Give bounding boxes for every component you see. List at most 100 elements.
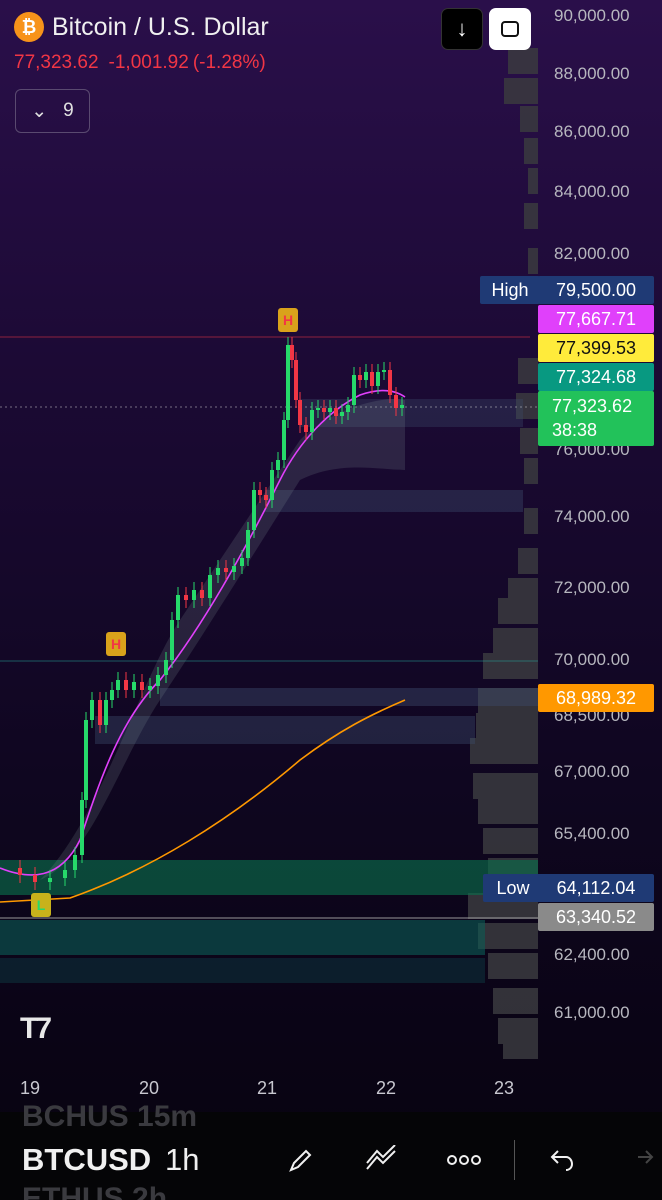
volume-profile-bar: [498, 598, 538, 624]
trend-tool-button[interactable]: [361, 1140, 401, 1180]
candle-body: [340, 412, 344, 416]
candle-body: [304, 425, 308, 432]
price-axis-label: 84,000.00: [554, 182, 630, 201]
scroll-down-button[interactable]: ↓: [441, 8, 483, 50]
candle-body: [328, 408, 332, 412]
fvg-zone-3: [265, 490, 523, 512]
more-options-button[interactable]: [444, 1140, 484, 1180]
candle-body: [322, 408, 326, 412]
volume-profile-bar: [518, 548, 538, 574]
candle-body: [216, 568, 220, 575]
volume-profile-bar: [528, 248, 538, 274]
candle-body: [90, 700, 94, 720]
volume-profile-bar: [493, 628, 538, 654]
toolbar-divider: [514, 1140, 515, 1180]
volume-profile-bar: [473, 773, 538, 799]
candle-body: [310, 410, 314, 432]
price-axis-label: 90,000.00: [554, 6, 630, 25]
symbol-picker-current[interactable]: BTCUSD: [22, 1142, 151, 1178]
candle-body: [364, 372, 368, 380]
volume-profile-bar: [488, 953, 538, 979]
trend-icon: [366, 1145, 396, 1170]
candle-body: [264, 495, 268, 500]
candle-body: [110, 690, 114, 700]
date-label: 23: [494, 1078, 515, 1098]
volume-profile-bar: [493, 988, 538, 1014]
orange-price-tag: 68,989.32: [538, 684, 654, 712]
candle-body: [282, 420, 286, 460]
volume-profile-bar: [524, 138, 538, 164]
volume-profile-bar: [483, 653, 538, 679]
price-axis-label: 61,000.00: [554, 1003, 630, 1022]
candle-body: [116, 680, 120, 690]
candle-body: [382, 370, 386, 372]
candle-body: [98, 700, 102, 725]
volume-profile: [468, 48, 538, 1059]
price-change: -1,001.92: [108, 52, 189, 73]
volume-profile-bar: [520, 428, 538, 454]
candle-body: [294, 360, 298, 400]
date-label: 19: [20, 1078, 41, 1098]
high-price-tag: 79,500.00: [538, 276, 654, 304]
candle-body: [80, 800, 84, 855]
candle-body: [184, 595, 188, 600]
candle-body: [370, 372, 374, 386]
fvg-zone: [160, 688, 538, 706]
high-marker: H: [278, 308, 298, 332]
pen-icon: [289, 1149, 312, 1172]
candle-body: [346, 405, 350, 412]
candle-body: [388, 370, 392, 395]
symbol-picker-next[interactable]: ETHUS 2h: [22, 1182, 167, 1200]
candle-body: [132, 682, 136, 690]
interval-picker-current[interactable]: 1h: [165, 1142, 199, 1178]
chevron-down-icon: ⌄: [31, 100, 48, 122]
date-label: 21: [257, 1078, 278, 1098]
candle-body: [124, 680, 128, 690]
current-price-tag: 77,323.62 38:38: [538, 391, 654, 446]
price-axis-label: 74,000.00: [554, 507, 630, 526]
volume-profile-bar: [524, 458, 538, 484]
volume-profile-bar: [520, 106, 538, 132]
volume-profile-bar: [504, 78, 538, 104]
candle-body: [400, 405, 404, 408]
support-zone: [0, 860, 538, 895]
candle-body: [258, 490, 262, 495]
candle-body: [140, 682, 144, 690]
symbol-header[interactable]: ₿ Bitcoin / U.S. Dollar 77,323.62 -1,001…: [14, 12, 269, 74]
candle-body: [33, 875, 37, 882]
redo-button[interactable]: [622, 1140, 662, 1180]
teal-price-tag: 77,324.68: [538, 363, 654, 391]
arrow-down-icon: ↓: [456, 16, 468, 41]
undo-button[interactable]: [542, 1140, 582, 1180]
candle-body: [240, 558, 244, 566]
candle-body: [148, 686, 152, 690]
date-label: 20: [139, 1078, 160, 1098]
candle-body: [224, 568, 228, 572]
quote-row: 77,323.62 -1,001.92 (-1.28%): [14, 52, 269, 74]
indicators-toggle-button[interactable]: ⌄ 9: [15, 89, 90, 133]
volume-profile-bar: [524, 508, 538, 534]
bitcoin-icon: ₿: [14, 12, 44, 42]
candle-body: [276, 460, 280, 470]
candle-body: [246, 530, 250, 558]
candle-body: [358, 375, 362, 380]
candle-body: [84, 720, 88, 800]
date-label: 22: [376, 1078, 397, 1098]
fullscreen-button[interactable]: [489, 8, 531, 50]
candle-body: [156, 675, 160, 686]
volume-profile-bar: [478, 798, 538, 824]
candle-body: [164, 660, 168, 675]
candle-body: [73, 855, 77, 870]
symbol-picker-prev[interactable]: BCHUS 15m: [22, 1100, 197, 1134]
redo-icon: [638, 1150, 654, 1164]
candle-body: [298, 400, 302, 425]
price-axis-label: 65,400.00: [554, 824, 630, 843]
candle-body: [176, 595, 180, 620]
candle-body: [252, 490, 256, 530]
drawing-pen-button[interactable]: [281, 1140, 321, 1180]
last-price: 77,323.62: [14, 52, 99, 73]
high-marker-2: H: [106, 632, 126, 656]
price-chart[interactable]: [0, 0, 662, 1110]
candle-body: [334, 408, 338, 416]
volume-profile-bar: [483, 828, 538, 854]
